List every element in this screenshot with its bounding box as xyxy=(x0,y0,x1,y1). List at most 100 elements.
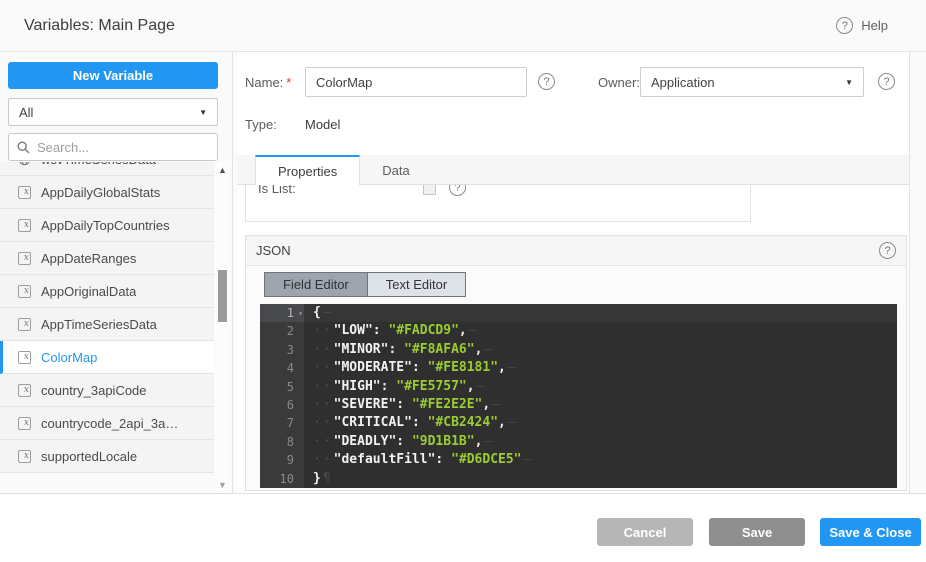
variable-icon: x xyxy=(18,186,31,199)
code-line: 7··"CRITICAL": "#CB2424",– xyxy=(260,414,897,432)
code-line: 8··"DEADLY": "9D1B1B",– xyxy=(260,433,897,451)
line-number: 8 xyxy=(260,433,304,451)
save-and-close-button[interactable]: Save & Close xyxy=(820,518,921,546)
editor-toggle: Field EditorText Editor xyxy=(264,272,466,297)
line-number: 1▾ xyxy=(260,304,304,322)
scroll-up-icon[interactable]: ▲ xyxy=(215,165,230,175)
form-row: Name:* ? Owner:* Application ▼ ? Type: M… xyxy=(237,52,909,152)
code-line: 3··"MINOR": "#F8AFA6",– xyxy=(260,341,897,359)
sidebar-item-appdateranges[interactable]: x AppDateRanges xyxy=(0,242,214,275)
sidebar-item-label: AppDailyGlobalStats xyxy=(41,185,160,200)
scroll-down-icon[interactable]: ▼ xyxy=(215,480,230,490)
save-button[interactable]: Save xyxy=(709,518,805,546)
fold-caret-icon[interactable]: ▾ xyxy=(298,305,303,323)
tab-data[interactable]: Data xyxy=(360,155,431,185)
line-number: 2 xyxy=(260,322,304,340)
is-list-section: Is List: ? xyxy=(245,185,751,222)
sidebar-item-country-3apicode[interactable]: x country_3apiCode xyxy=(0,374,214,407)
code-text: ··"HIGH": "#FE5757",– xyxy=(304,378,484,396)
help-icon: ? xyxy=(836,17,853,34)
dialog-footer: Cancel Save Save & Close xyxy=(0,493,926,562)
sidebar-item-label: ColorMap xyxy=(41,350,97,365)
type-value: Model xyxy=(305,117,340,132)
json-code-editor[interactable]: 1▾{–2··"LOW": "#FADCD9",–3··"MINOR": "#F… xyxy=(260,304,897,488)
code-text: ··"DEADLY": "9D1B1B",– xyxy=(304,433,492,451)
search-input[interactable] xyxy=(37,140,197,155)
code-text: ··"SEVERE": "#FE2E2E",– xyxy=(304,396,500,414)
code-line: 1▾{– xyxy=(260,304,897,322)
sidebar-item-apporiginaldata[interactable]: xAppOriginalData xyxy=(0,275,214,308)
sidebar-item-appdailytopcountries[interactable]: x AppDailyTopCountries xyxy=(0,209,214,242)
sidebar-item-supportedlocale[interactable]: x supportedLocale xyxy=(0,440,214,473)
new-variable-button[interactable]: New Variable xyxy=(8,62,218,89)
sidebar-item-apptimeseriesdata[interactable]: x AppTimeSeriesData xyxy=(0,308,214,341)
text-editor-button[interactable]: Text Editor xyxy=(367,273,465,296)
help-button[interactable]: ? Help xyxy=(836,17,888,34)
line-number: 3 xyxy=(260,341,304,359)
owner-select[interactable]: Application ▼ xyxy=(640,67,864,97)
required-marker: * xyxy=(286,75,291,90)
sidebar-item-label: AppOriginalData xyxy=(41,284,136,299)
sidebar-item-countrycode-2api-3a[interactable]: x countrycode_2api_3a… xyxy=(0,407,214,440)
sidebar-item-colormap[interactable]: xColorMap xyxy=(0,341,214,374)
code-text: ··"LOW": "#FADCD9",– xyxy=(304,322,477,340)
sidebar-item-wsvtimeseriesdata[interactable]: wsvTimeSeriesData xyxy=(0,162,214,176)
name-label: Name:* xyxy=(245,75,291,90)
tab-bar: PropertiesData xyxy=(237,155,909,185)
owner-help-icon[interactable]: ? xyxy=(878,73,895,90)
code-line: 9··"defaultFill": "#D6DCE5"– xyxy=(260,451,897,469)
json-title: JSON xyxy=(256,243,291,258)
field-editor-button[interactable]: Field Editor xyxy=(265,273,367,296)
sidebar-item-label: countrycode_2api_3a… xyxy=(41,416,178,431)
variables-dialog: Variables: Main Page ? Help New Variable… xyxy=(0,0,926,562)
code-text: {– xyxy=(304,304,331,322)
help-label: Help xyxy=(861,18,888,33)
sidebar-item-label: AppTimeSeriesData xyxy=(41,317,157,332)
code-line: 5··"HIGH": "#FE5757",– xyxy=(260,378,897,396)
sidebar-item-label: AppDailyTopCountries xyxy=(41,218,170,233)
line-number: 4 xyxy=(260,359,304,377)
sidebar-item-label: country_3apiCode xyxy=(41,383,147,398)
code-lines: 1▾{–2··"LOW": "#FADCD9",–3··"MINOR": "#F… xyxy=(260,304,897,488)
code-line: 2··"LOW": "#FADCD9",– xyxy=(260,322,897,340)
variable-icon: x xyxy=(18,318,31,331)
owner-value: Application xyxy=(651,75,715,90)
name-field[interactable] xyxy=(305,67,527,97)
cancel-button[interactable]: Cancel xyxy=(597,518,693,546)
variable-icon: x xyxy=(18,384,31,397)
type-label: Type: xyxy=(245,117,277,132)
sidebar-item-label: wsvTimeSeriesData xyxy=(41,162,156,167)
sidebar-item-label: supportedLocale xyxy=(41,449,137,464)
search-box xyxy=(8,133,218,161)
name-help-icon[interactable]: ? xyxy=(538,73,555,90)
line-number: 5 xyxy=(260,378,304,396)
code-line: 4··"MODERATE": "#FE8181",– xyxy=(260,359,897,377)
line-number: 9 xyxy=(260,451,304,469)
search-icon xyxy=(17,141,30,154)
chevron-down-icon: ▼ xyxy=(845,78,853,87)
page-title: Variables: Main Page xyxy=(24,17,175,35)
sidebar-item-label: AppDateRanges xyxy=(41,251,136,266)
variable-list: wsvTimeSeriesDataxAppDailyGlobalStatsxAp… xyxy=(0,162,214,493)
json-section-header: JSON ? xyxy=(246,236,906,266)
sidebar-item-appdailyglobalstats[interactable]: x AppDailyGlobalStats xyxy=(0,176,214,209)
variable-icon: x xyxy=(18,219,31,232)
scrollbar-thumb[interactable] xyxy=(218,270,227,322)
chevron-down-icon: ▼ xyxy=(199,108,207,117)
variable-icon: x xyxy=(18,252,31,265)
tab-properties[interactable]: Properties xyxy=(255,155,360,186)
line-number: 10 xyxy=(260,470,304,488)
json-help-icon[interactable]: ? xyxy=(879,242,896,259)
code-text: ··"MINOR": "#F8AFA6",– xyxy=(304,341,492,359)
line-number: 6 xyxy=(260,396,304,414)
variable-icon: x xyxy=(18,450,31,463)
code-text: ··"defaultFill": "#D6DCE5"– xyxy=(304,451,531,469)
code-text: }¶ xyxy=(304,470,331,488)
code-line: 10}¶ xyxy=(260,470,897,488)
is-list-help-icon[interactable]: ? xyxy=(449,185,466,196)
globe-icon xyxy=(18,162,31,166)
sidebar-scrollbar[interactable]: ▲ ▼ xyxy=(215,162,230,493)
is-list-checkbox[interactable] xyxy=(423,185,436,195)
variable-icon: x xyxy=(18,417,31,430)
variable-filter-dropdown[interactable]: All ▼ xyxy=(8,98,218,126)
